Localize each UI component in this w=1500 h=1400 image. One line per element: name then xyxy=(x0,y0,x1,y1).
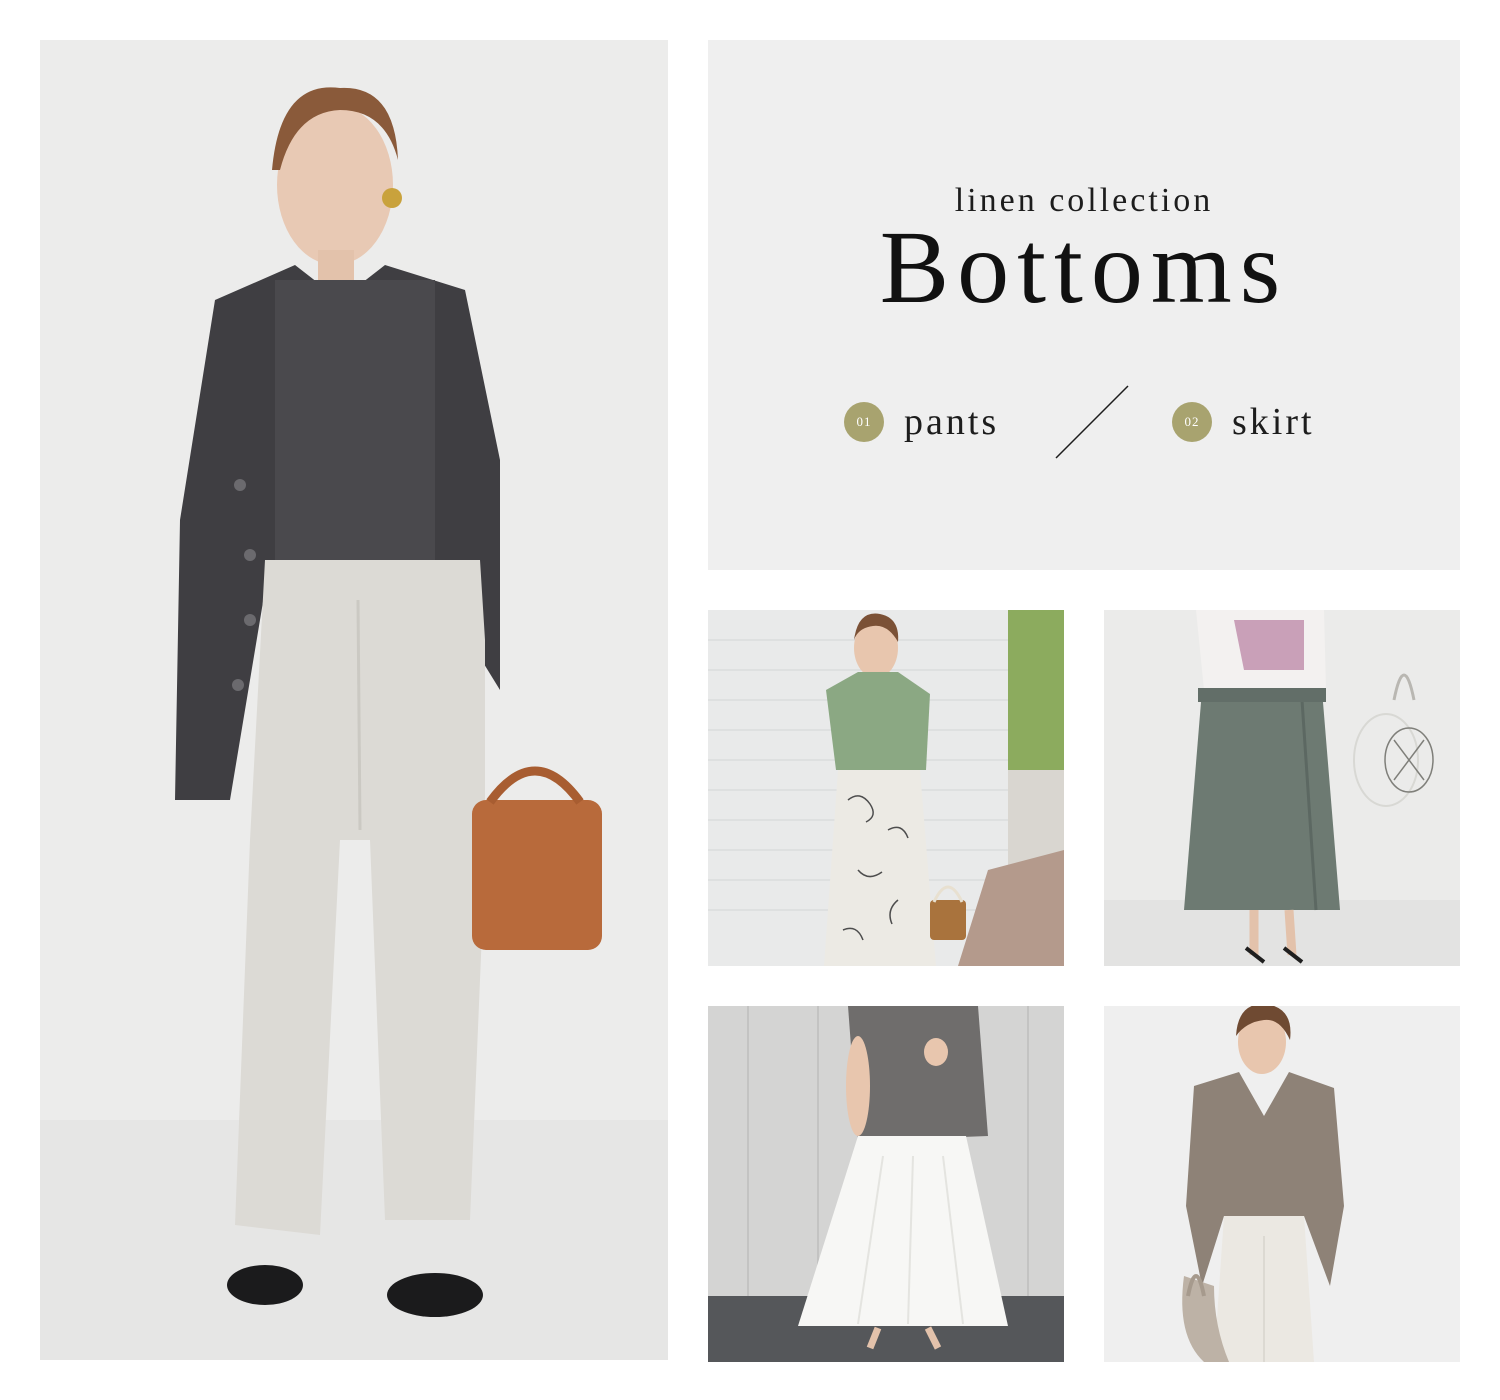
category-number-badge: 02 xyxy=(1172,402,1212,442)
page-title: Bottoms xyxy=(879,210,1289,325)
category-label: pants xyxy=(904,401,1000,443)
slash-divider xyxy=(1055,385,1129,459)
thumbnail-photo[interactable] xyxy=(1104,610,1460,966)
hero-photo[interactable] xyxy=(40,40,668,1360)
category-skirt-link[interactable]: 02 skirt xyxy=(1172,400,1315,444)
title-panel: linen collection Bottoms 01 pants 02 ski… xyxy=(708,40,1460,570)
thumbnail-photo[interactable] xyxy=(1104,1006,1460,1362)
category-label: skirt xyxy=(1232,401,1315,443)
category-number-badge: 01 xyxy=(844,402,884,442)
category-pants-link[interactable]: 01 pants xyxy=(844,400,999,444)
thumbnail-photo[interactable] xyxy=(708,1006,1064,1362)
thumbnail-photo[interactable] xyxy=(708,610,1064,966)
